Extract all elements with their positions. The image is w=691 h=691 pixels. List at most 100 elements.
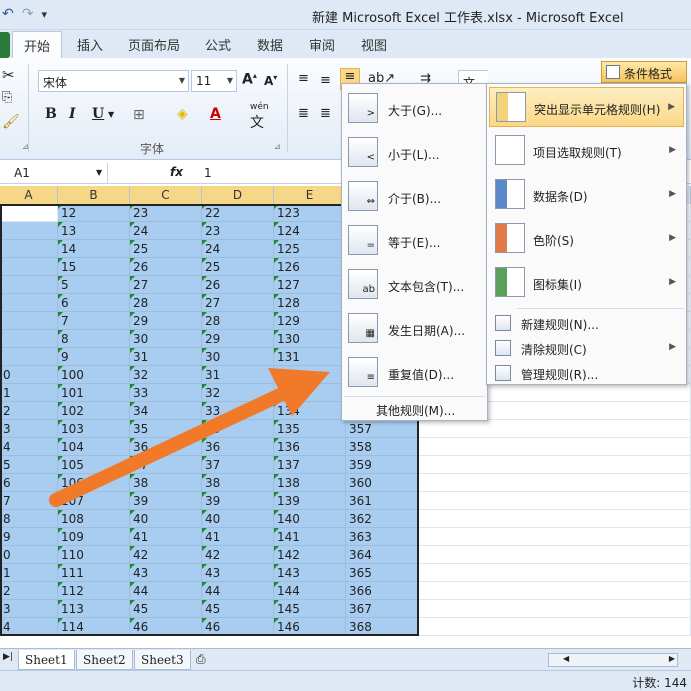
column-header-d[interactable]: D <box>202 186 274 204</box>
chevron-down-icon[interactable]: ▼ <box>108 110 114 119</box>
column-header-b[interactable]: B <box>58 186 130 204</box>
formula-input[interactable]: 1 <box>200 163 216 183</box>
shrink-font-icon[interactable]: A▾ <box>264 73 277 88</box>
table-cell[interactable]: 357 <box>346 420 418 438</box>
undo-icon[interactable]: ↶ <box>2 6 14 22</box>
table-cell[interactable]: 361 <box>346 492 418 510</box>
table-cell[interactable]: 112 <box>58 582 130 600</box>
table-cell[interactable] <box>0 258 58 276</box>
table-cell[interactable]: 362 <box>346 510 418 528</box>
table-cell[interactable]: 45 <box>202 600 274 618</box>
table-cell[interactable]: 35 <box>202 420 274 438</box>
table-cell[interactable]: 38 <box>130 474 202 492</box>
dialog-launcher-icon[interactable]: ⊿ <box>22 142 29 151</box>
table-cell[interactable]: 106 <box>58 474 130 492</box>
table-cell[interactable]: 131 <box>274 348 346 366</box>
empty-cells[interactable] <box>418 510 691 528</box>
menu-item-greater-than[interactable]: > 大于(G)... <box>344 90 485 128</box>
tab-formulas[interactable]: 公式 <box>205 35 231 54</box>
table-cell[interactable]: 26 <box>202 276 274 294</box>
table-cell[interactable]: 23 <box>130 204 202 222</box>
table-cell[interactable]: 134 <box>274 402 346 420</box>
table-cell[interactable]: 40 <box>130 510 202 528</box>
table-cell[interactable]: 126 <box>274 258 346 276</box>
scroll-last-icon[interactable]: ▶| <box>3 652 13 662</box>
table-cell[interactable]: 0 <box>0 546 58 564</box>
table-cell[interactable]: 363 <box>346 528 418 546</box>
table-cell[interactable]: 7 <box>0 492 58 510</box>
chevron-down-icon[interactable]: ▼ <box>96 168 102 177</box>
sheet-tab-3[interactable]: Sheet3 <box>134 650 191 670</box>
table-cell[interactable]: 22 <box>202 204 274 222</box>
table-cell[interactable]: 146 <box>274 618 346 636</box>
empty-cells[interactable] <box>418 474 691 492</box>
table-cell[interactable]: 358 <box>346 438 418 456</box>
table-cell[interactable]: 43 <box>202 564 274 582</box>
table-cell[interactable]: 45 <box>130 600 202 618</box>
empty-cells[interactable] <box>418 618 691 636</box>
table-cell[interactable]: 4 <box>0 438 58 456</box>
table-cell[interactable]: 28 <box>202 312 274 330</box>
table-cell[interactable]: 368 <box>346 618 418 636</box>
menu-item-between[interactable]: ⇔ 介于(B)... <box>344 178 485 216</box>
underline-icon[interactable]: U <box>92 106 104 122</box>
table-cell[interactable]: 39 <box>202 492 274 510</box>
menu-item-date-occurring[interactable]: ▦ 发生日期(A)... <box>344 310 485 348</box>
table-cell[interactable] <box>0 330 58 348</box>
table-cell[interactable]: 8 <box>58 330 130 348</box>
border-icon[interactable]: ⊞ <box>133 107 145 123</box>
table-cell[interactable]: 44 <box>202 582 274 600</box>
table-cell[interactable]: 23 <box>202 222 274 240</box>
table-cell[interactable]: 34 <box>130 402 202 420</box>
column-header-a[interactable]: A <box>0 186 58 204</box>
table-cell[interactable]: 1 <box>0 384 58 402</box>
table-cell[interactable]: 15 <box>58 258 130 276</box>
table-cell[interactable]: 33 <box>130 384 202 402</box>
table-cell[interactable]: 124 <box>274 222 346 240</box>
table-cell[interactable] <box>274 366 346 384</box>
tab-data[interactable]: 数据 <box>257 35 283 54</box>
table-cell[interactable]: 41 <box>130 528 202 546</box>
table-cell[interactable]: 44 <box>130 582 202 600</box>
table-cell[interactable]: 145 <box>274 600 346 618</box>
menu-item-equal-to[interactable]: = 等于(E)... <box>344 222 485 260</box>
table-cell[interactable]: 144 <box>274 582 346 600</box>
table-cell[interactable]: 360 <box>346 474 418 492</box>
name-box[interactable]: A1 ▼ <box>0 163 108 183</box>
align-left-icon[interactable]: ≣ <box>298 106 309 121</box>
menu-item-data-bars[interactable]: 数据条(D) ▶ <box>489 175 684 215</box>
table-cell[interactable]: 31 <box>130 348 202 366</box>
menu-item-icon-sets[interactable]: 图标集(I) ▶ <box>489 263 684 303</box>
table-cell[interactable]: 38 <box>202 474 274 492</box>
table-cell[interactable]: 138 <box>274 474 346 492</box>
cut-icon[interactable]: ✂ <box>2 66 15 84</box>
table-cell[interactable]: 1 <box>0 564 58 582</box>
tab-home[interactable]: 开始 <box>12 31 62 58</box>
table-cell[interactable]: 27 <box>130 276 202 294</box>
table-cell[interactable]: 37 <box>130 456 202 474</box>
copy-icon[interactable]: ⎘ <box>2 90 12 105</box>
table-cell[interactable]: 100 <box>58 366 130 384</box>
table-cell[interactable] <box>0 348 58 366</box>
tab-review[interactable]: 审阅 <box>309 35 335 54</box>
empty-cells[interactable] <box>418 492 691 510</box>
table-cell[interactable]: 365 <box>346 564 418 582</box>
table-cell[interactable]: 29 <box>202 330 274 348</box>
table-cell[interactable]: 46 <box>202 618 274 636</box>
table-cell[interactable]: 42 <box>130 546 202 564</box>
table-cell[interactable]: 29 <box>130 312 202 330</box>
menu-item-less-than[interactable]: < 小于(L)... <box>344 134 485 172</box>
table-cell[interactable]: 136 <box>274 438 346 456</box>
table-cell[interactable]: 46 <box>130 618 202 636</box>
font-color-icon[interactable]: A <box>210 106 221 122</box>
table-cell[interactable]: 364 <box>346 546 418 564</box>
empty-cells[interactable] <box>418 582 691 600</box>
table-cell[interactable]: 111 <box>58 564 130 582</box>
menu-item-new-rule[interactable]: 新建规则(N)... <box>489 312 684 334</box>
align-center-icon[interactable]: ≣ <box>320 106 331 121</box>
menu-item-clear-rules[interactable]: 清除规则(C) ▶ <box>489 337 684 359</box>
table-cell[interactable]: 6 <box>58 294 130 312</box>
table-cell[interactable] <box>0 204 58 222</box>
table-cell[interactable]: 125 <box>274 240 346 258</box>
menu-item-highlight-cell-rules[interactable]: 突出显示单元格规则(H) ▶ <box>489 87 684 127</box>
